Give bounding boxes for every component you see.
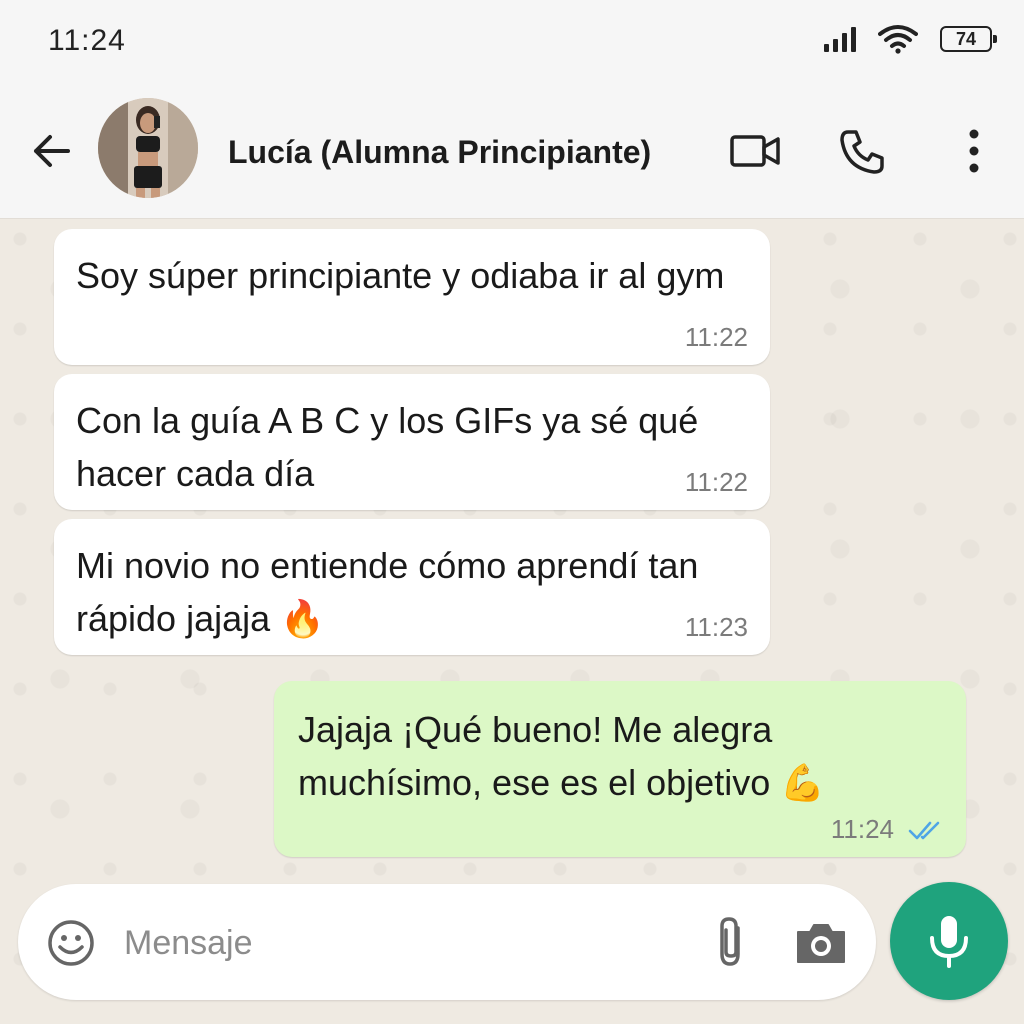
status-time: 11:24	[48, 24, 126, 57]
message-bubble-incoming[interactable]: Con la guía A B C y los GIFs ya sé qué h…	[54, 374, 770, 510]
message-composer	[18, 884, 876, 1000]
camera-icon[interactable]	[794, 920, 848, 966]
battery-icon: 74	[940, 26, 997, 52]
message-time: 11:22	[684, 467, 748, 497]
emoji-icon[interactable]	[46, 918, 96, 968]
message-text: Con la guía A B C y los GIFs ya sé qué h…	[76, 400, 699, 494]
battery-level: 74	[955, 28, 977, 49]
avatar[interactable]	[98, 98, 198, 198]
message-time: 11:24	[830, 814, 894, 844]
read-ticks-icon	[908, 821, 940, 840]
message-text: Soy súper principiante y odiaba ir al gy…	[76, 255, 725, 296]
message-text: Mi novio no entiende cómo aprendí tan rá…	[76, 545, 699, 639]
message-time: 11:23	[684, 612, 748, 642]
signal-icon	[824, 26, 856, 52]
message-time: 11:22	[684, 322, 748, 352]
wifi-icon	[878, 25, 918, 54]
contact-name[interactable]: Lucía (Alumna Principiante)	[228, 134, 651, 171]
phone-icon[interactable]	[836, 126, 892, 176]
message-bubble-incoming[interactable]: Mi novio no entiende cómo aprendí tan rá…	[54, 519, 770, 655]
status-bar: 11:24 74	[0, 0, 1024, 88]
message-text: Jajaja ¡Qué bueno! Me alegra muchísimo, …	[298, 709, 826, 803]
attach-icon[interactable]	[712, 914, 752, 970]
back-arrow-icon[interactable]	[28, 128, 74, 174]
message-bubble-incoming[interactable]: Soy súper principiante y odiaba ir al gy…	[54, 229, 770, 365]
chat-header: Lucía (Alumna Principiante)	[0, 88, 1024, 219]
more-vert-icon[interactable]	[946, 126, 1002, 176]
message-input[interactable]	[122, 912, 686, 974]
message-bubble-outgoing[interactable]: Jajaja ¡Qué bueno! Me alegra muchísimo, …	[274, 681, 966, 857]
video-call-icon[interactable]	[728, 126, 784, 176]
mic-button[interactable]	[890, 882, 1008, 1000]
status-icons: 74	[824, 24, 997, 54]
avatar-photo	[98, 98, 198, 198]
mic-icon	[930, 916, 968, 968]
